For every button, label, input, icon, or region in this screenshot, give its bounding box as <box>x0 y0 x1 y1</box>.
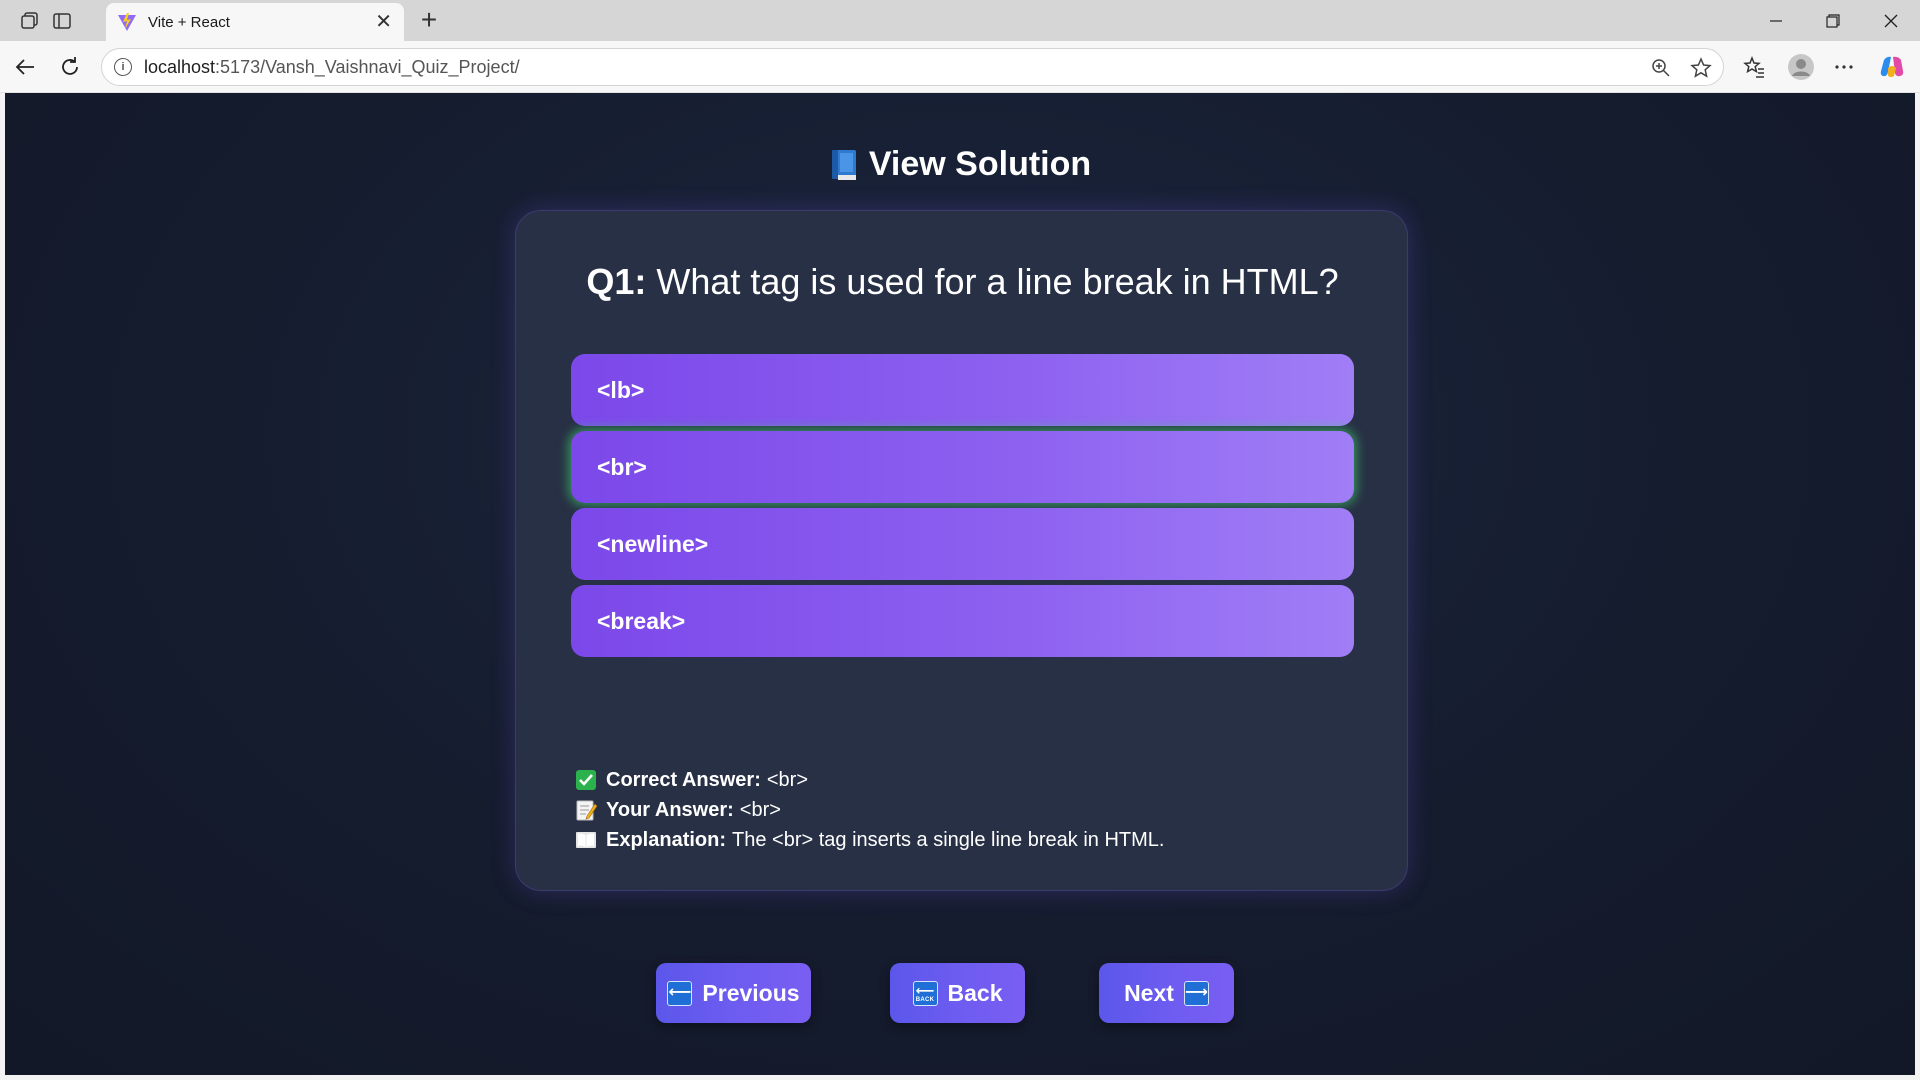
back-button[interactable]: ⟵ BACK Back <box>890 963 1025 1023</box>
correct-answer-line: Correct Answer: <br> <box>574 765 1164 795</box>
back-button-label: Back <box>947 979 1003 1006</box>
back-badge-text: BACK <box>915 996 935 1003</box>
back-arrow-icon[interactable] <box>11 53 39 81</box>
page-title-text: View Solution <box>868 145 1092 183</box>
favorite-star-icon[interactable] <box>1690 57 1712 79</box>
tab-close-icon[interactable]: ✕ <box>375 12 392 32</box>
zoom-icon[interactable] <box>1650 57 1672 79</box>
option-2-correct[interactable]: <br> <box>571 431 1354 503</box>
open-book-icon <box>574 828 598 852</box>
your-answer-line: Your Answer: <br> <box>574 795 1164 825</box>
favorites-icon[interactable] <box>1740 53 1768 81</box>
restore-icon[interactable] <box>1813 6 1853 36</box>
address-bar[interactable]: i localhost:5173/Vansh_Vaishnavi_Quiz_Pr… <box>101 48 1724 86</box>
option-4[interactable]: <break> <box>571 585 1354 657</box>
more-options-icon[interactable] <box>1830 53 1858 81</box>
left-arrow-icon: ⟵ <box>667 980 693 1006</box>
explanation-value: The <br> tag inserts a single line break… <box>732 829 1165 851</box>
previous-button-label: Previous <box>702 979 800 1006</box>
check-mark-icon <box>574 768 598 792</box>
option-1[interactable]: <lb> <box>571 354 1354 426</box>
your-answer-value: <br> <box>739 799 781 821</box>
browser-tab-active[interactable]: Vite + React ✕ <box>106 3 404 41</box>
url-text: localhost:5173/Vansh_Vaishnavi_Quiz_Proj… <box>144 57 520 78</box>
browser-toolbar: i localhost:5173/Vansh_Vaishnavi_Quiz_Pr… <box>0 41 1920 93</box>
url-path: :5173/Vansh_Vaishnavi_Quiz_Project/ <box>215 56 520 77</box>
vite-logo-icon <box>116 11 138 33</box>
solution-card: Q1: What tag is used for a line break in… <box>515 210 1408 891</box>
question-body: What tag is used for a line break in HTM… <box>656 261 1339 302</box>
correct-answer-value: <br> <box>766 769 809 791</box>
right-arrow-icon: ⟶ <box>1183 980 1209 1006</box>
next-button-label: Next <box>1124 979 1174 1006</box>
url-host: localhost <box>144 56 216 77</box>
refresh-icon[interactable] <box>56 53 84 81</box>
close-window-icon[interactable] <box>1871 6 1911 36</box>
option-3[interactable]: <newline> <box>571 508 1354 580</box>
back-arrow-badge-icon: ⟵ BACK <box>912 980 938 1006</box>
question-text: Q1: What tag is used for a line break in… <box>556 257 1369 306</box>
memo-icon <box>574 798 598 822</box>
your-answer-label: Your Answer: <box>606 799 734 821</box>
explanation-label: Explanation: <box>606 829 727 851</box>
page-viewport: View Solution Q1: What tag is used for a… <box>5 93 1915 1075</box>
copilot-icon[interactable] <box>1878 53 1906 81</box>
blue-book-icon <box>829 148 859 182</box>
workspaces-icon[interactable] <box>17 8 43 34</box>
question-number: Q1: <box>586 261 647 302</box>
site-info-icon[interactable]: i <box>114 58 132 76</box>
tab-title: Vite + React <box>148 13 230 31</box>
explanation-line: Explanation: The <br> tag inserts a sing… <box>574 825 1164 855</box>
minimize-icon[interactable] <box>1756 6 1796 36</box>
page-title: View Solution <box>5 145 1915 184</box>
next-button[interactable]: Next ⟶ <box>1099 963 1234 1023</box>
vertical-tabs-icon[interactable] <box>49 8 75 34</box>
solution-details: Correct Answer: <br> Your Answer: <br> E… <box>574 765 1164 855</box>
correct-answer-label: Correct Answer: <box>606 769 761 791</box>
new-tab-button[interactable]: + <box>414 5 444 35</box>
browser-tab-bar: Vite + React ✕ + <box>0 0 1920 41</box>
previous-button[interactable]: ⟵ Previous <box>656 963 811 1023</box>
profile-avatar-icon[interactable] <box>1785 51 1817 83</box>
